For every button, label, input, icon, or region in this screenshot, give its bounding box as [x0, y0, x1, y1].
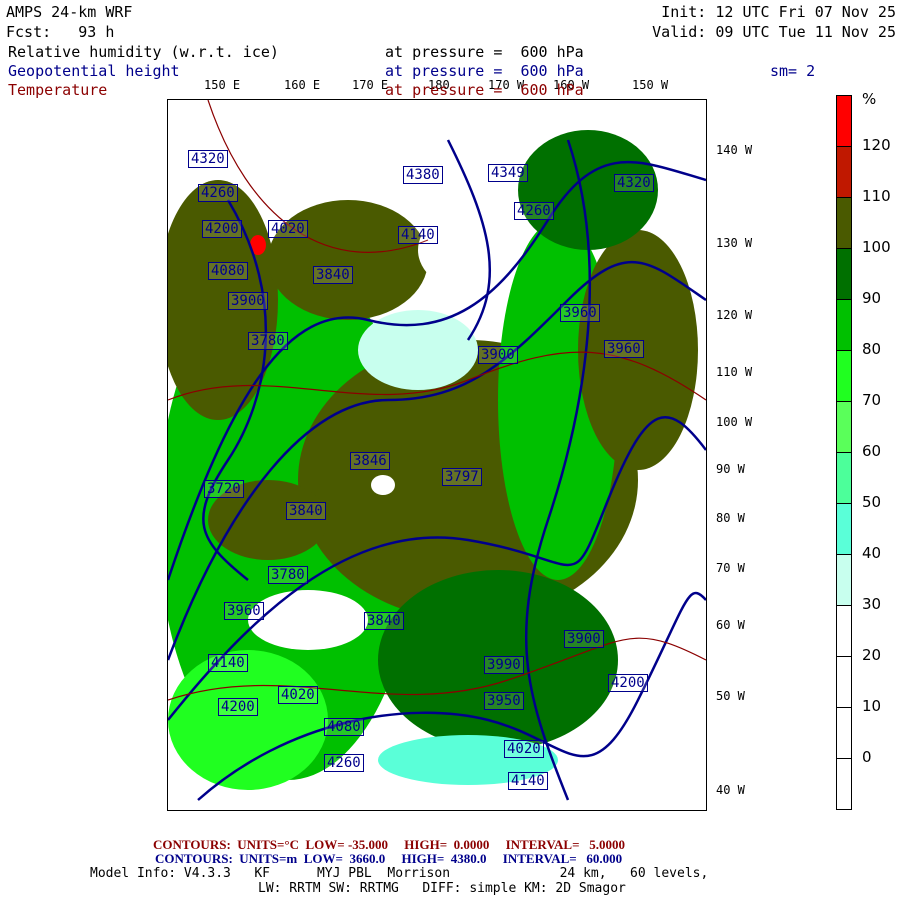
contour-label: 4080 [324, 718, 364, 736]
field-height-level: at pressure = 600 hPa [385, 62, 584, 80]
lon-label: 120 W [716, 308, 753, 322]
colorbar-tick-label: 50 [862, 493, 882, 511]
lon-label: 130 W [716, 236, 753, 250]
colorbar-unit: % [862, 90, 877, 108]
contour-label: 4200 [202, 220, 242, 238]
contour-label: 4020 [504, 740, 544, 758]
valid-time: Valid: 09 UTC Tue 11 Nov 25 [652, 23, 896, 41]
contour-label: 4320 [188, 150, 228, 168]
colorbar-tick-label: 0 [862, 748, 872, 766]
physics-info: LW: RRTM SW: RRTMG DIFF: simple KM: 2D S… [258, 881, 626, 896]
colorbar-bin [836, 758, 852, 810]
colorbar-bin [836, 197, 852, 248]
lon-label: 150 W [632, 78, 669, 92]
height-contour-info: CONTOURS: UNITS=m LOW= 3660.0 HIGH= 4380… [155, 851, 623, 866]
contour-label: 3840 [364, 612, 404, 630]
contour-label: 3960 [560, 304, 600, 322]
colorbar-bin [836, 299, 852, 350]
lon-label: 100 W [716, 415, 753, 429]
lon-label: 60 W [716, 618, 745, 632]
contour-label: 4140 [398, 226, 438, 244]
lon-label: 70 W [716, 561, 745, 575]
lon-label: 50 W [716, 689, 745, 703]
colorbar-bin [836, 401, 852, 452]
forecast-hour: Fcst: 93 h [6, 23, 115, 41]
field-rh-level: at pressure = 600 hPa [385, 43, 584, 61]
contour-label: 4080 [208, 262, 248, 280]
contour-label: 4020 [278, 686, 318, 704]
contour-label: 3900 [478, 346, 518, 364]
lon-label: 160 E [284, 78, 321, 92]
lon-label: 150 E [204, 78, 241, 92]
map-panel: 4320 4260 4200 4080 3900 3780 3840 4140 … [167, 99, 707, 811]
colorbar-bin [836, 605, 852, 656]
field-height: Geopotential height [8, 62, 180, 80]
lon-label: 80 W [716, 511, 745, 525]
contour-label: 4380 [403, 166, 443, 184]
contour-label: 4260 [514, 202, 554, 220]
colorbar-bin [836, 554, 852, 605]
contour-label: 3720 [204, 480, 244, 498]
contour-label: 3950 [484, 692, 524, 710]
contour-label: 3960 [604, 340, 644, 358]
contour-label: 3840 [286, 502, 326, 520]
model-info: Model Info: V4.3.3 KF MYJ PBL Morrison 2… [90, 866, 709, 881]
colorbar-tick-label: 110 [862, 187, 891, 205]
contour-label: 3780 [248, 332, 288, 350]
field-temperature-level: at pressure = 600 hPa [385, 81, 584, 99]
contour-label: 3797 [442, 468, 482, 486]
contour-label: 4349 [488, 164, 528, 182]
colorbar-tick-label: 40 [862, 544, 882, 562]
colorbar-bin [836, 248, 852, 299]
contour-label: 4200 [608, 674, 648, 692]
colorbar-bin [836, 503, 852, 554]
contour-label: 4140 [208, 654, 248, 672]
lon-label: 140 W [716, 143, 753, 157]
lon-label: 170 E [352, 78, 389, 92]
contour-label: 3846 [350, 452, 390, 470]
contour-label: 4320 [614, 174, 654, 192]
contour-label: 3780 [268, 566, 308, 584]
colorbar-tick-label: 60 [862, 442, 882, 460]
init-time: Init: 12 UTC Fri 07 Nov 25 [661, 3, 896, 21]
field-rh: Relative humidity (w.r.t. ice) [8, 43, 279, 61]
colorbar-tick-label: 90 [862, 289, 882, 307]
colorbar-tick-label: 70 [862, 391, 882, 409]
contour-label: 4140 [508, 772, 548, 790]
contour-label: 4020 [268, 220, 308, 238]
colorbar-bin [836, 656, 852, 707]
contour-label: 3960 [224, 602, 264, 620]
colorbar-tick-label: 10 [862, 697, 882, 715]
lon-label: 110 W [716, 365, 753, 379]
contour-label: 3900 [228, 292, 268, 310]
contour-label: 3990 [484, 656, 524, 674]
lon-label: 90 W [716, 462, 745, 476]
contour-label: 3900 [564, 630, 604, 648]
lon-label: 40 W [716, 783, 745, 797]
contour-label: 4200 [218, 698, 258, 716]
colorbar-tick-label: 120 [862, 136, 891, 154]
contour-label: 4260 [198, 184, 238, 202]
colorbar-bin [836, 350, 852, 401]
colorbar-bin [836, 146, 852, 197]
colorbar-tick-label: 20 [862, 646, 882, 664]
colorbar-tick-label: 30 [862, 595, 882, 613]
model-title: AMPS 24-km WRF [6, 3, 133, 21]
field-temperature: Temperature [8, 81, 108, 99]
contour-label: 4260 [324, 754, 364, 772]
contour-label: 3840 [313, 266, 353, 284]
smoothing-label: sm= 2 [770, 62, 816, 80]
colorbar-bin [836, 707, 852, 758]
colorbar-tick-label: 100 [862, 238, 891, 256]
colorbar-bin [836, 452, 852, 503]
colorbar-bin [836, 95, 852, 146]
colorbar-tick-label: 80 [862, 340, 882, 358]
